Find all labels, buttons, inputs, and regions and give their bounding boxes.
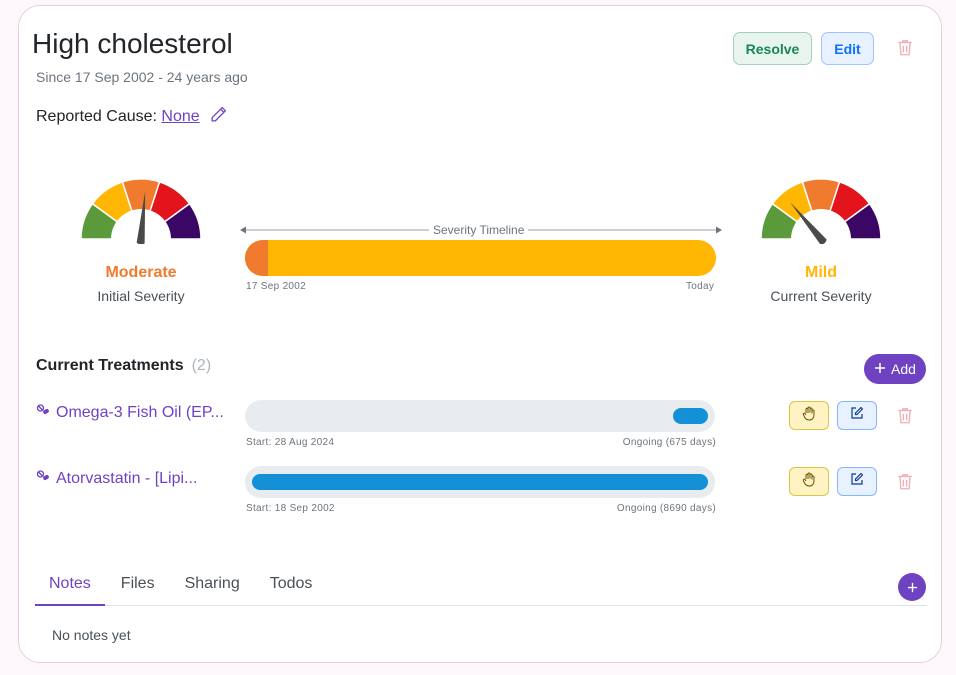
edit-cause-pencil-icon[interactable] xyxy=(210,106,227,128)
tab-files[interactable]: Files xyxy=(107,569,169,606)
treatment-name-link[interactable]: Atorvastatin - [Lipi... xyxy=(36,469,197,488)
initial-severity-caption: Initial Severity xyxy=(97,288,185,304)
condition-title: High cholesterol xyxy=(32,28,233,59)
current-severity-gauge xyxy=(760,178,882,244)
delete-treatment-trash-icon[interactable] xyxy=(896,472,914,496)
tab-sharing[interactable]: Sharing xyxy=(171,569,254,606)
treatment-duration-track xyxy=(245,466,715,498)
delete-condition-trash-icon[interactable] xyxy=(896,38,914,62)
tab-notes[interactable]: Notes xyxy=(35,569,105,606)
pencil-square-icon xyxy=(850,406,864,425)
initial-severity-gauge xyxy=(80,178,202,244)
pills-icon xyxy=(36,403,50,422)
plus-icon xyxy=(907,578,918,596)
reported-cause: Reported Cause: None xyxy=(36,106,227,128)
notes-empty-message: No notes yet xyxy=(52,627,131,643)
treatment-start-date: Start: 28 Aug 2024 xyxy=(246,437,335,448)
treatment-duration-fill xyxy=(672,408,708,424)
resolve-button[interactable]: Resolve xyxy=(733,32,812,65)
pills-icon xyxy=(36,469,50,488)
treatment-start-date: Start: 18 Sep 2002 xyxy=(246,503,335,514)
severity-timeline-label: Severity Timeline xyxy=(429,223,529,237)
hand-stop-icon xyxy=(802,406,816,426)
treatment-name: Atorvastatin - [Lipi... xyxy=(56,469,198,487)
edit-button[interactable]: Edit xyxy=(821,32,874,65)
treatment-status: Ongoing (8690 days) xyxy=(616,503,716,514)
severity-timeline-bar xyxy=(245,240,716,276)
reported-cause-link[interactable]: None xyxy=(161,108,199,125)
condition-since: Since 17 Sep 2002 - 24 years ago xyxy=(36,69,248,85)
treatments-count: (2) xyxy=(191,357,212,374)
initial-severity-label: Moderate xyxy=(105,264,177,281)
section-tabs: Notes Files Sharing Todos xyxy=(35,569,927,606)
add-treatment-label: Add xyxy=(891,361,916,377)
current-severity-caption: Current Severity xyxy=(770,288,872,304)
edit-treatment-button[interactable] xyxy=(837,467,877,496)
reported-cause-label: Reported Cause: xyxy=(36,108,157,125)
current-severity-label: Mild xyxy=(805,264,837,281)
add-note-button[interactable] xyxy=(898,573,926,601)
treatment-name-link[interactable]: Omega-3 Fish Oil (EP... xyxy=(36,403,224,422)
timeline-moderate-segment xyxy=(245,240,268,276)
treatment-name: Omega-3 Fish Oil (EP... xyxy=(56,403,224,421)
timeline-start-date: 17 Sep 2002 xyxy=(246,281,307,292)
treatment-duration-track xyxy=(245,400,715,432)
hand-stop-icon xyxy=(802,472,816,492)
pencil-square-icon xyxy=(850,472,864,491)
timeline-end-label: Today xyxy=(686,281,715,292)
treatments-heading: Current Treatments (2) xyxy=(36,357,211,375)
tab-todos[interactable]: Todos xyxy=(256,569,327,606)
treatments-title: Current Treatments xyxy=(36,357,184,374)
edit-treatment-button[interactable] xyxy=(837,401,877,430)
add-treatment-button[interactable]: Add xyxy=(864,354,926,384)
treatment-duration-fill xyxy=(252,474,708,490)
delete-treatment-trash-icon[interactable] xyxy=(896,406,914,430)
plus-icon xyxy=(874,361,886,377)
pause-treatment-button[interactable] xyxy=(789,401,829,430)
condition-card: High cholesterol Since 17 Sep 2002 - 24 … xyxy=(18,5,942,663)
treatment-status: Ongoing (675 days) xyxy=(622,437,716,448)
pause-treatment-button[interactable] xyxy=(789,467,829,496)
